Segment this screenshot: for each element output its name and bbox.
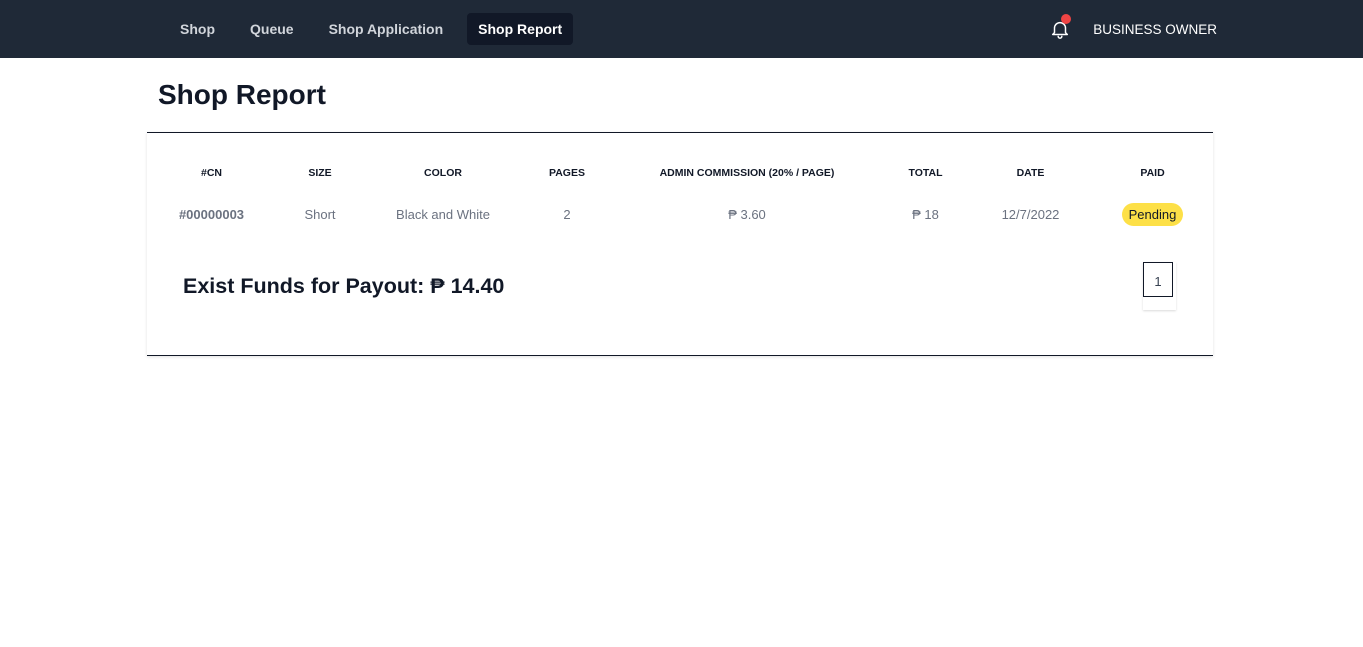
header-admin-commission: ADMIN COMMISSION (20% / PAGE) <box>659 167 835 179</box>
cell-commission: ₱ 3.60 <box>728 206 766 222</box>
nav-links: Shop Queue Shop Application Shop Report <box>169 13 586 45</box>
header-size: SIZE <box>308 167 332 179</box>
header-pages: PAGES <box>549 167 585 179</box>
report-table: #CN SIZE COLOR PAGES ADMIN COMMISSION (2… <box>147 155 1213 237</box>
header-cn: #CN <box>200 167 222 179</box>
status-badge: Pending <box>1121 202 1184 226</box>
page-button-1[interactable]: 1 <box>1143 262 1173 297</box>
cell-color: Black and White <box>396 206 490 222</box>
user-menu[interactable]: BUSINESS OWNER <box>1093 22 1217 37</box>
report-card: #CN SIZE COLOR PAGES ADMIN COMMISSION (2… <box>147 132 1213 356</box>
cell-paid: Pending <box>1092 191 1213 237</box>
table-row: #00000003 Short Black and White 2 ₱ 3.60… <box>147 191 1213 237</box>
header-date: DATE <box>1016 167 1045 179</box>
cell-size: Short <box>304 206 336 222</box>
payout-funds: Exist Funds for Payout: ₱ 14.40 <box>183 274 505 298</box>
nav-link-queue[interactable]: Queue <box>239 13 305 45</box>
nav-right: BUSINESS OWNER <box>1049 13 1217 45</box>
header-total: TOTAL <box>908 167 943 179</box>
cell-cn: #00000003 <box>178 206 245 222</box>
header-color: COLOR <box>424 167 462 179</box>
top-navbar: Shop Queue Shop Application Shop Report … <box>0 0 1363 58</box>
nav-link-shop-application[interactable]: Shop Application <box>318 13 455 45</box>
pagination: 1 <box>1143 262 1176 310</box>
nav-link-shop[interactable]: Shop <box>169 13 226 45</box>
cell-pages: 2 <box>563 206 571 222</box>
cell-total: ₱ 18 <box>912 206 939 222</box>
bell-icon[interactable] <box>1049 14 1072 40</box>
table-header-row: #CN SIZE COLOR PAGES ADMIN COMMISSION (2… <box>147 155 1213 191</box>
cell-date: 12/7/2022 <box>1001 206 1060 222</box>
page-title: Shop Report <box>158 79 326 110</box>
header-paid: PAID <box>1140 167 1165 179</box>
nav-link-shop-report[interactable]: Shop Report <box>467 13 574 45</box>
